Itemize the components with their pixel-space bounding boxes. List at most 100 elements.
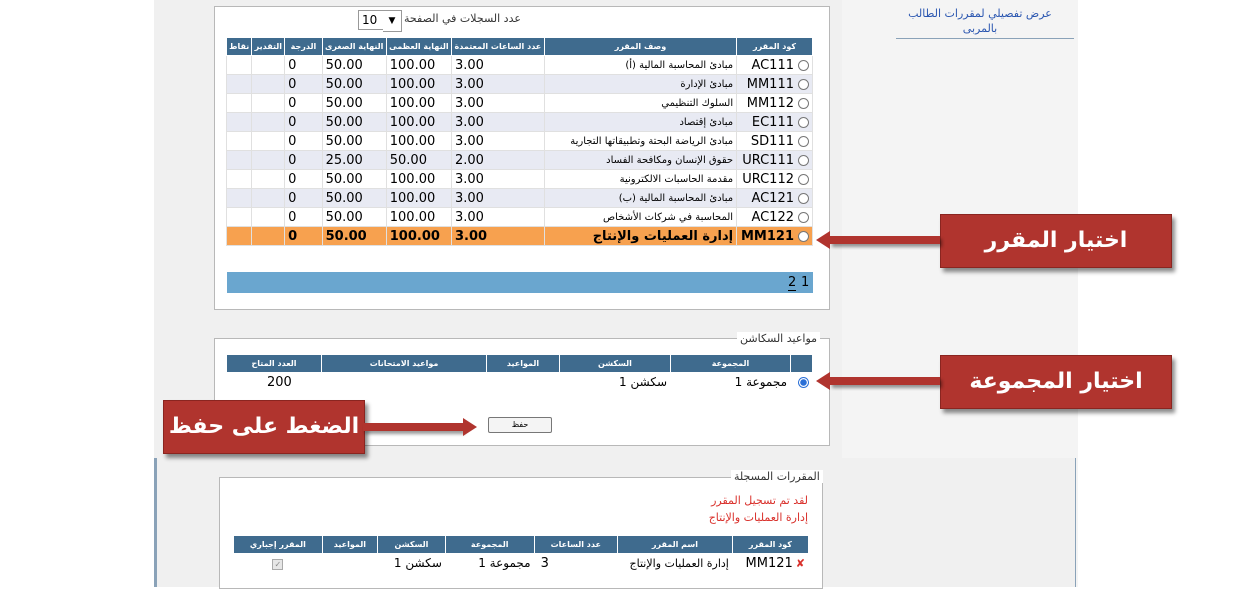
course-radio[interactable] — [798, 97, 809, 109]
course-hours: 3.00 — [450, 169, 545, 189]
course-rating — [251, 112, 286, 132]
section-radio-cell[interactable] — [790, 372, 813, 392]
registered-course-name: إدارة العمليات والإنتاج — [708, 511, 808, 524]
course-row[interactable]: URC112 مقدمة الحاسبات الالكترونية 3.00 100.… — [225, 169, 813, 189]
code-cell[interactable]: URC111 — [736, 150, 813, 170]
student-courses-link[interactable]: عرض تفصيلي لمقررات الطالب بالمربى — [900, 6, 1060, 36]
course-radio[interactable] — [798, 78, 809, 90]
col-header-available: العدد المتاح — [226, 354, 322, 373]
course-radio[interactable] — [798, 116, 809, 128]
col-header-select — [790, 354, 813, 373]
col-header-hours: عدد الساعات المعتمدة — [450, 37, 545, 56]
course-row[interactable]: MM121 إدارة العمليات والإنتاج 3.00 100.00 50… — [225, 226, 813, 246]
course-grade: 0 — [284, 93, 323, 113]
col-header-points: نقاط — [225, 37, 253, 56]
course-row[interactable]: AC122 المحاسبة في شركات الأشخاص 3.00 100.00… — [225, 207, 813, 227]
course-grade: 0 — [284, 169, 323, 189]
code-cell[interactable]: MM111 — [736, 74, 813, 94]
course-radio[interactable] — [798, 192, 809, 204]
course-min: 50.00 — [321, 226, 387, 246]
course-points — [225, 55, 253, 75]
pager-page-2[interactable]: 2 — [788, 275, 796, 290]
registered-row: ✘MM121 إدارة العمليات والإنتاج 3 مجموعة … — [233, 553, 810, 573]
course-row[interactable]: AC111 مبادئ المحاسبة المالية (أ) 3.00 100.0… — [225, 55, 813, 75]
code-cell[interactable]: EC111 — [736, 112, 813, 132]
code-cell[interactable]: SD111 — [736, 131, 813, 151]
course-grade: 0 — [284, 131, 323, 151]
course-row[interactable]: MM111 مبادئ الإدارة 3.00 100.00 50.00 0 — [225, 74, 813, 94]
code-cell[interactable]: MM112 — [736, 93, 813, 113]
course-desc: حقوق الإنسان ومكافحة الفساد — [543, 150, 738, 170]
col-header-grade: الدرجة — [284, 37, 323, 56]
col-header-section: السكشن — [559, 354, 671, 373]
code-cell[interactable]: AC121 — [736, 188, 813, 208]
course-row[interactable]: URC111 حقوق الإنسان ومكافحة الفساد 2.00 50.… — [225, 150, 813, 170]
course-min: 50.00 — [321, 169, 387, 189]
course-rating — [251, 131, 286, 151]
course-max: 100.00 — [385, 226, 452, 246]
course-radio[interactable] — [798, 211, 809, 223]
code-cell[interactable]: AC122 — [736, 207, 813, 227]
course-grade: 0 — [284, 188, 323, 208]
chevron-down-icon[interactable]: ▼ — [383, 10, 402, 32]
course-hours: 3.00 — [450, 226, 545, 246]
course-code: MM111 — [746, 76, 794, 92]
course-hours: 3.00 — [450, 112, 545, 132]
section-name: سكشن 1 — [559, 372, 671, 392]
courses-table: كود المقرر وصف المقرر عدد الساعات المعتم… — [225, 37, 813, 246]
section-group: مجموعة 1 — [670, 372, 791, 392]
course-min: 50.00 — [321, 188, 387, 208]
sections-legend: مواعيد السكاشن — [737, 332, 821, 345]
section-row[interactable]: مجموعة 1 سكشن 1 200 — [226, 372, 813, 392]
course-max: 100.00 — [385, 55, 452, 75]
course-row[interactable]: EC111 مبادئ إقتصاد 3.00 100.00 50.00 0 — [225, 112, 813, 132]
course-radio[interactable] — [798, 135, 809, 147]
course-row[interactable]: AC121 مبادئ المحاسبة المالية (ب) 3.00 100.0… — [225, 188, 813, 208]
course-radio[interactable] — [798, 173, 809, 185]
course-max: 100.00 — [385, 131, 452, 151]
course-code: MM112 — [746, 95, 794, 111]
course-grade: 0 — [284, 207, 323, 227]
course-desc: المحاسبة في شركات الأشخاص — [543, 207, 738, 227]
code-cell[interactable]: MM121 — [736, 226, 813, 246]
col-header-reg-group: المجموعة — [444, 535, 535, 554]
course-max: 100.00 — [385, 169, 452, 189]
course-radio[interactable] — [798, 230, 809, 242]
course-row[interactable]: MM112 السلوك التنظيمي 3.00 100.00 50.00 0 — [225, 93, 813, 113]
section-radio[interactable] — [798, 376, 809, 388]
col-header-reg-mandatory: المقرر إجباري — [233, 535, 323, 554]
course-hours: 3.00 — [450, 55, 545, 75]
course-points — [225, 74, 253, 94]
course-radio[interactable] — [798, 59, 809, 71]
arrow-head-right-icon — [463, 418, 477, 436]
course-code: URC112 — [742, 171, 794, 187]
course-desc: مبادئ إقتصاد — [543, 112, 738, 132]
course-rating — [251, 226, 286, 246]
mandatory-checkbox: ✓ — [272, 558, 284, 570]
reg-section: سكشن 1 — [377, 553, 446, 573]
left-margin — [0, 0, 154, 587]
col-header-exams: مواعيد الامتحانات — [321, 354, 487, 373]
course-grade: 0 — [284, 55, 323, 75]
pager-underline — [788, 290, 796, 291]
col-header-reg-code: كود المقرر — [731, 535, 810, 554]
delete-icon[interactable]: ✘ — [796, 557, 805, 570]
col-header-times: المواعيد — [486, 354, 560, 373]
reg-code: MM121 — [745, 555, 793, 571]
course-min: 50.00 — [321, 207, 387, 227]
callout-press-save: الضغط على حفظ — [163, 400, 365, 454]
code-cell[interactable]: AC111 — [736, 55, 813, 75]
course-min: 50.00 — [321, 55, 387, 75]
save-button[interactable]: حفظ — [488, 417, 552, 433]
page-size-select[interactable]: 10 — [358, 10, 385, 30]
col-header-reg-hours: عدد الساعات — [533, 535, 619, 554]
course-desc: السلوك التنظيمي — [543, 93, 738, 113]
code-cell[interactable]: URC112 — [736, 169, 813, 189]
course-radio[interactable] — [798, 154, 809, 166]
arrow-save — [363, 423, 463, 431]
registered-legend: المقررات المسجلة — [731, 470, 823, 483]
course-points — [225, 188, 253, 208]
course-row[interactable]: SD111 مبادئ الرياضة البحتة وتطبيقاتها الت… — [225, 131, 813, 151]
pager-page-1[interactable]: 1 — [801, 275, 809, 290]
course-desc: مقدمة الحاسبات الالكترونية — [543, 169, 738, 189]
